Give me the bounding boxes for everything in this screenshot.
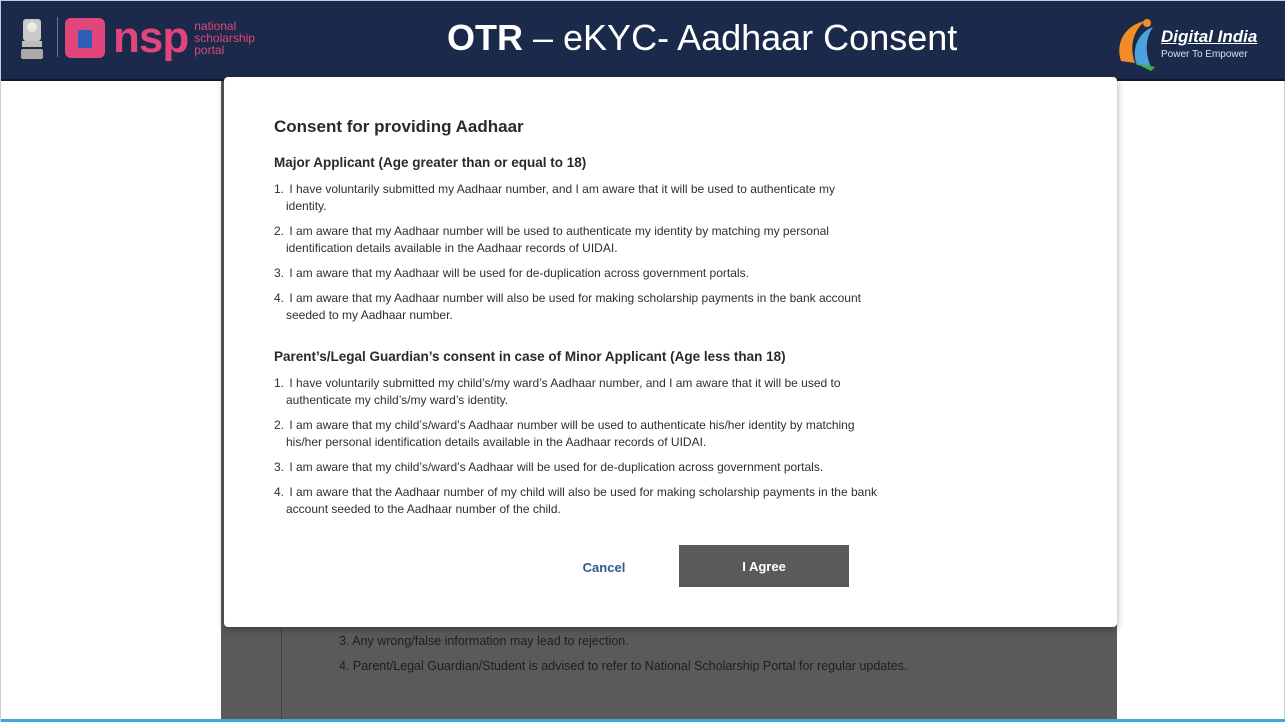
slide: nsp national scholarship portal OTR – eK… — [0, 0, 1285, 722]
item-text-cont: identity. — [286, 199, 327, 213]
nsp-logo-icon — [65, 18, 105, 58]
major-item-2: 2. I am aware that my Aadhaar number wil… — [274, 223, 1044, 257]
minor-item-3: 3. I am aware that my child’s/ward’s Aad… — [274, 459, 1044, 476]
minor-item-4: 4. I am aware that the Aadhaar number of… — [274, 484, 1044, 518]
item-number: 4. — [274, 291, 285, 305]
page-title-rest: – eKYC- Aadhaar Consent — [523, 17, 958, 58]
item-number: 2. — [274, 418, 285, 432]
digital-india-tagline: Power To Empower — [1161, 49, 1248, 60]
minor-applicant-heading: Parent’s/Legal Guardian’s consent in cas… — [274, 349, 786, 364]
nsp-sub-line-3: portal — [194, 43, 225, 57]
major-item-3: 3. I am aware that my Aadhaar will be us… — [274, 265, 1044, 282]
background-note-3: 3. Any wrong/false information may lead … — [339, 634, 629, 648]
page-title: OTR – eKYC- Aadhaar Consent — [447, 17, 957, 59]
item-text: I have voluntarily submitted my child’s/… — [289, 376, 841, 390]
item-text-cont: his/her personal identification details … — [286, 435, 707, 449]
consent-modal: Consent for providing Aadhaar Major Appl… — [224, 77, 1117, 627]
modal-title: Consent for providing Aadhaar — [274, 117, 524, 136]
item-text-cont: seeded to my Aadhaar number. — [286, 308, 453, 322]
national-emblem-icon — [21, 19, 43, 59]
major-applicant-heading: Major Applicant (Age greater than or equ… — [274, 155, 587, 170]
page-title-bold: OTR — [447, 17, 523, 58]
cancel-button[interactable]: Cancel — [529, 547, 679, 587]
item-number: 4. — [274, 485, 285, 499]
header-separator — [57, 17, 58, 57]
item-text: I am aware that my Aadhaar number will a… — [289, 291, 861, 305]
item-number: 2. — [274, 224, 285, 238]
minor-item-1: 1. I have voluntarily submitted my child… — [274, 375, 1044, 409]
agree-button[interactable]: I Agree — [679, 545, 849, 587]
item-number: 3. — [274, 266, 285, 280]
item-text: I am aware that my child’s/ward’s Aadhaa… — [289, 418, 855, 432]
item-text-cont: identification details available in the … — [286, 241, 618, 255]
digital-india-name: Digital India — [1161, 27, 1258, 46]
item-text-cont: authenticate my child’s/my ward’s identi… — [286, 393, 509, 407]
major-item-1: 1. I have voluntarily submitted my Aadha… — [274, 181, 1044, 215]
nsp-wordmark: nsp — [113, 13, 189, 62]
item-text: I am aware that my child’s/ward’s Aadhaa… — [289, 460, 824, 474]
item-number: 3. — [274, 460, 285, 474]
item-text: I am aware that my Aadhaar will be used … — [289, 266, 749, 280]
item-number: 1. — [274, 182, 285, 196]
header-bar: nsp national scholarship portal OTR – eK… — [1, 1, 1285, 81]
nsp-logo: nsp national scholarship portal — [65, 13, 255, 63]
item-number: 1. — [274, 376, 285, 390]
minor-item-2: 2. I am aware that my child’s/ward’s Aad… — [274, 417, 1044, 451]
item-text: I am aware that my Aadhaar number will b… — [289, 224, 829, 238]
item-text: I have voluntarily submitted my Aadhaar … — [289, 182, 835, 196]
nsp-subtitle: national scholarship portal — [194, 20, 255, 56]
item-text: I am aware that the Aadhaar number of my… — [289, 485, 877, 499]
major-item-4: 4. I am aware that my Aadhaar number wil… — [274, 290, 1044, 324]
background-note-4: 4. Parent/Legal Guardian/Student is advi… — [339, 659, 908, 673]
item-text-cont: account seeded to the Aadhaar number of … — [286, 502, 561, 516]
